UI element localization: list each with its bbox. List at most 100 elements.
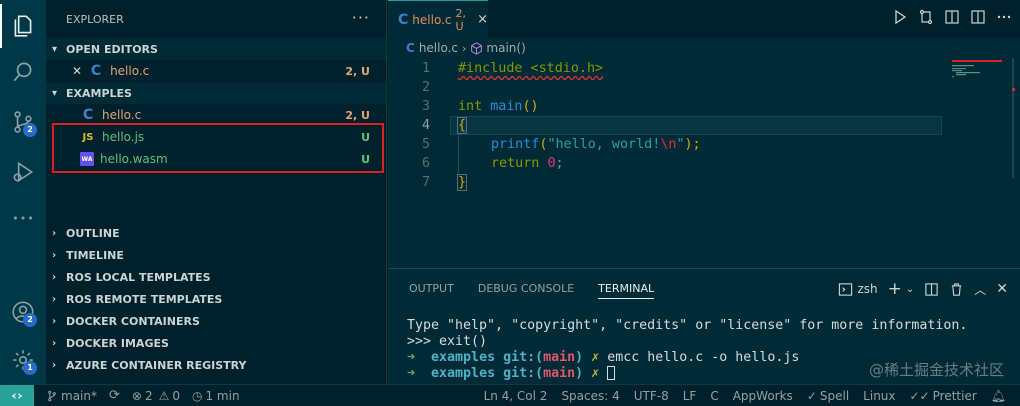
code-line: 5 printf("hello, world!\n");	[421, 137, 701, 152]
azure-container-registry-section[interactable]: › AZURE CONTAINER REGISTRY	[46, 354, 386, 376]
trash-icon[interactable]	[949, 282, 964, 297]
c-file-icon: C	[90, 63, 102, 79]
timeline-section[interactable]: › TIMELINE	[46, 244, 386, 266]
language-mode[interactable]: C	[710, 389, 718, 403]
accounts-badge: 2	[23, 313, 37, 327]
annotation-highlight-box	[52, 123, 384, 173]
notifications-icon[interactable]: 🔔︎	[991, 389, 1006, 403]
history-icon: ◷	[192, 388, 203, 403]
encoding[interactable]: UTF-8	[634, 389, 669, 403]
explorer-title: EXPLORER	[66, 12, 124, 26]
end-of-line[interactable]: LF	[683, 389, 697, 403]
split-editor-icon[interactable]	[970, 9, 986, 25]
breadcrumb-file[interactable]: hello.c	[419, 41, 458, 55]
current-line-highlight	[450, 116, 942, 135]
chevron-right-icon: ›	[52, 315, 57, 327]
tab-output[interactable]: OUTPUT	[409, 269, 454, 307]
indentation[interactable]: Spaces: 4	[561, 389, 619, 403]
docker-images-section[interactable]: › DOCKER IMAGES	[46, 332, 386, 354]
explorer-more-icon[interactable]: ···	[352, 8, 370, 27]
terminal-icon	[839, 282, 853, 296]
run-debug-icon[interactable]	[0, 150, 46, 194]
compare-changes-icon[interactable]	[918, 9, 934, 25]
time-tracker[interactable]: ◷ 1 min	[192, 389, 240, 403]
code-line: 1 #include <stdio.h>	[421, 61, 604, 76]
breadcrumb-symbol[interactable]: main()	[486, 41, 525, 55]
check-icon: ✓	[806, 389, 817, 403]
tab-hello-c[interactable]: C hello.c 2, U ×	[388, 0, 488, 38]
chevron-right-icon: ›	[52, 359, 57, 371]
problems-indicator[interactable]: ⊗ 2 ⚠ 0	[132, 389, 180, 403]
close-icon[interactable]: ×	[477, 12, 488, 27]
open-editor-item[interactable]: ✕ C hello.c 2, U	[46, 60, 386, 82]
more-actions-icon[interactable]	[996, 9, 1012, 25]
maximize-panel-icon[interactable]: ︿	[974, 281, 986, 298]
new-terminal-icon[interactable]: +	[888, 279, 902, 299]
status-bar-right: Ln 4, Col 2 Spaces: 4 UTF-8 LF C AppWork…	[484, 385, 1020, 406]
chevron-right-icon: ›	[52, 293, 57, 305]
manage-badge: 1	[23, 361, 37, 375]
prettier[interactable]: ✓✓ Prettier	[910, 389, 977, 403]
warning-icon: ⚠	[158, 388, 170, 403]
tab-debug-console[interactable]: DEBUG CONSOLE	[478, 269, 574, 307]
terminal-command: emcc hello.c -o hello.js	[607, 350, 800, 365]
source-control-badge: 2	[23, 123, 37, 137]
run-icon[interactable]	[892, 9, 908, 25]
split-terminal-icon[interactable]	[924, 282, 939, 297]
terminal-line: >>> exit()	[407, 334, 488, 349]
chevron-down-icon[interactable]: ⌄	[906, 284, 914, 295]
search-icon[interactable]	[0, 50, 46, 94]
tab-terminal[interactable]: TERMINAL	[598, 269, 654, 307]
platform[interactable]: Linux	[863, 389, 895, 403]
breadcrumb: C hello.c › main()	[388, 38, 1020, 58]
source-control-icon[interactable]: 2	[0, 100, 46, 144]
watermark: @稀土掘金技术社区	[868, 361, 1004, 379]
error-icon: ⊗	[131, 388, 142, 403]
explorer-icon[interactable]	[0, 4, 46, 48]
include-directive: #include <stdio.h>	[458, 61, 604, 76]
c-file-icon: C	[398, 11, 409, 28]
file-status: 2, U	[345, 64, 370, 78]
activity-bar: 2 2 1	[0, 0, 46, 384]
c-file-icon: C	[82, 107, 94, 123]
terminal-shell-selector[interactable]: zsh	[838, 282, 878, 297]
code-line: 6 return 0;	[421, 156, 564, 171]
cursor-position[interactable]: Ln 4, Col 2	[484, 389, 548, 403]
minimap[interactable]	[950, 58, 1020, 178]
docker-containers-section[interactable]: › DOCKER CONTAINERS	[46, 310, 386, 332]
ros-local-templates-section[interactable]: › ROS LOCAL TEMPLATES	[46, 266, 386, 288]
git-branch[interactable]: main*	[46, 389, 97, 403]
chevron-down-icon: ▾	[52, 87, 58, 99]
close-icon[interactable]: ✕	[72, 64, 82, 78]
status-bar: main* ⟳ ⊗ 2 ⚠ 0 ◷ 1 min Ln 4, Col 2 Spaces:…	[0, 384, 1020, 406]
method-symbol-icon	[471, 41, 483, 55]
accounts-icon[interactable]: 2	[0, 290, 46, 334]
panel-actions: zsh + ⌄ ︿ ✕	[838, 279, 1008, 299]
file-name: hello.c	[102, 108, 142, 122]
manage-gear-icon[interactable]: 1	[0, 338, 46, 382]
indent-guide	[458, 135, 459, 173]
bottom-panel: OUTPUT DEBUG CONSOLE TERMINAL zsh + ⌄ ︿ …	[388, 268, 1020, 384]
close-panel-icon[interactable]: ✕	[996, 281, 1008, 297]
collapsed-sections: › OUTLINE › TIMELINE › ROS LOCAL TEMPLATES …	[46, 222, 386, 376]
chevron-right-icon: ›	[52, 337, 57, 349]
double-check-icon: ✓✓	[909, 389, 930, 403]
spell-check[interactable]: ✓ Spell	[807, 389, 849, 403]
chevron-down-icon: ▾	[52, 43, 58, 55]
code-line-current: 4{	[388, 116, 1020, 135]
open-editors-header[interactable]: ▾ OPEN EDITORS	[46, 38, 386, 60]
code-editor[interactable]: 1 #include <stdio.h> 2 3 int main() 4{ 5 pr…	[388, 59, 1020, 192]
open-preview-icon[interactable]	[944, 9, 960, 25]
ros-remote-templates-section[interactable]: › ROS REMOTE TEMPLATES	[46, 288, 386, 310]
appworks[interactable]: AppWorks	[733, 389, 793, 403]
examples-folder-header[interactable]: ▾ EXAMPLES	[46, 82, 386, 104]
terminal-line: Type "help", "copyright", "credits" or "…	[407, 318, 968, 333]
sync-icon[interactable]: ⟳	[109, 388, 120, 403]
remote-indicator-icon[interactable]	[0, 384, 34, 406]
git-branch-icon	[48, 390, 56, 401]
chevron-right-icon: ›	[52, 249, 57, 261]
outline-section[interactable]: › OUTLINE	[46, 222, 386, 244]
terminal-cursor	[607, 366, 616, 380]
more-views-icon[interactable]	[0, 196, 46, 240]
code-line: 7}	[421, 174, 468, 191]
